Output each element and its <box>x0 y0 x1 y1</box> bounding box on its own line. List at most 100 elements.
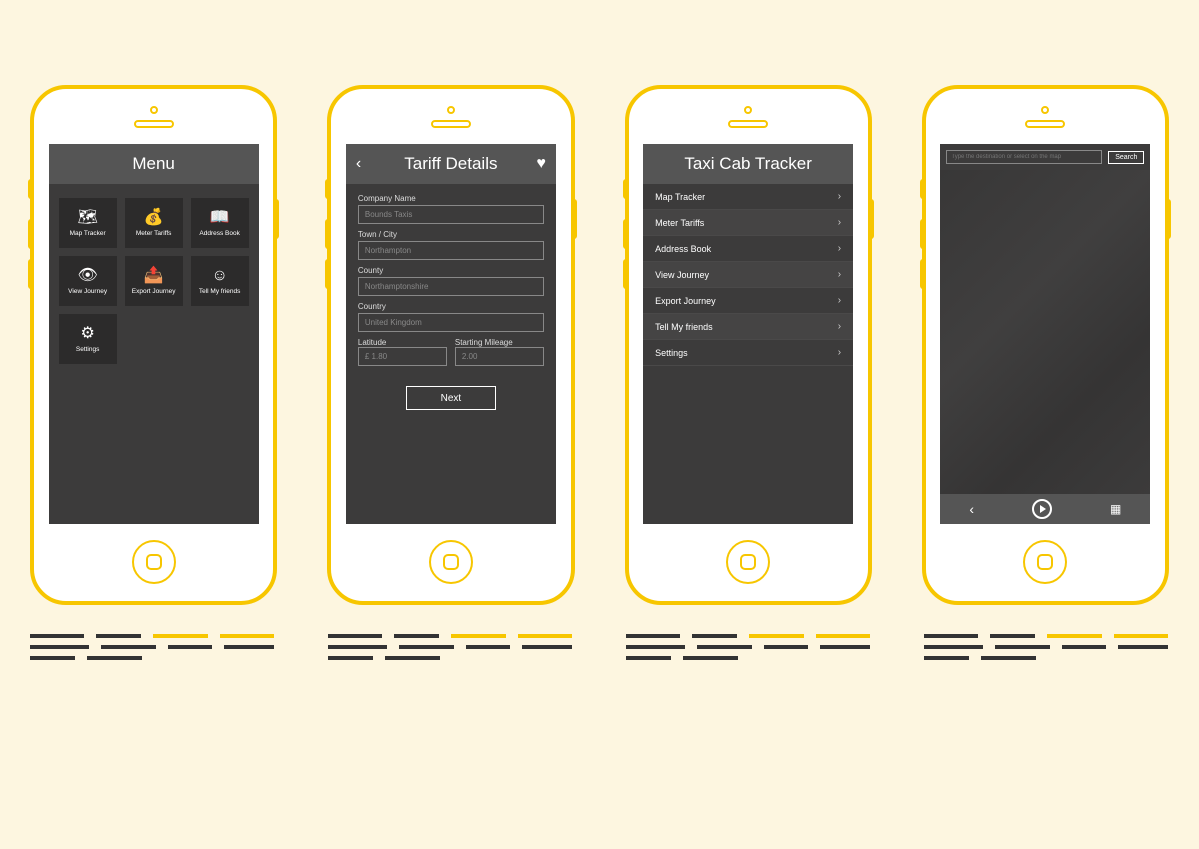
tile-tell-friends[interactable]: ☺ Tell My friends <box>191 256 249 306</box>
tile-label: Map Tracker <box>70 230 106 237</box>
chevron-right-icon: › <box>838 347 841 358</box>
list-item-label: Tell My friends <box>655 322 713 332</box>
screen-list: Taxi Cab Tracker Map Tracker › Meter Tari… <box>643 144 853 524</box>
destination-input[interactable] <box>946 150 1102 164</box>
list-item-settings[interactable]: Settings › <box>643 340 853 366</box>
chevron-right-icon: › <box>838 269 841 280</box>
input-country[interactable] <box>358 313 544 332</box>
list-item-label: Map Tracker <box>655 192 705 202</box>
list-item-map-tracker[interactable]: Map Tracker › <box>643 184 853 210</box>
map-view[interactable] <box>940 170 1150 494</box>
list-item-label: View Journey <box>655 270 709 280</box>
tile-export-journey[interactable]: 📤Export Journey <box>125 256 183 306</box>
chevron-right-icon: › <box>838 295 841 306</box>
tile-address-book[interactable]: 📖 Address Book <box>191 198 249 248</box>
eye-icon: 👁 <box>77 268 97 284</box>
tile-label: Settings <box>76 346 100 353</box>
list-item-label: Meter Tariffs <box>655 218 704 228</box>
search-bar: Search <box>940 144 1150 170</box>
list-item-label: Export Journey <box>655 296 716 306</box>
back-icon[interactable]: ‹ <box>969 501 974 517</box>
power-button <box>571 199 577 239</box>
phone-earpiece <box>134 89 174 144</box>
play-button[interactable] <box>1032 499 1052 519</box>
list-item-export-journey[interactable]: Export Journey › <box>643 288 853 314</box>
bottom-toolbar: ‹ ▦ <box>940 494 1150 524</box>
home-button[interactable] <box>726 540 770 584</box>
power-button <box>1165 199 1171 239</box>
power-button <box>868 199 874 239</box>
chevron-right-icon: › <box>838 243 841 254</box>
tariff-form: Company Name Town / City County Country … <box>346 184 556 416</box>
list-item-meter-tariffs[interactable]: Meter Tariffs› <box>643 210 853 236</box>
list-item-tell-friends[interactable]: Tell My friends › <box>643 314 853 340</box>
label-county: County <box>358 266 544 275</box>
volume-button <box>920 259 926 289</box>
volume-button <box>623 259 629 289</box>
screen-map: Search ‹ ▦ <box>940 144 1150 524</box>
input-county[interactable] <box>358 277 544 296</box>
list-item-view-journey[interactable]: View Journey › <box>643 262 853 288</box>
tile-label: Export Journey <box>132 288 176 295</box>
label-town: Town / City <box>358 230 544 239</box>
placeholder-text <box>924 634 1168 660</box>
input-latitude[interactable] <box>358 347 447 366</box>
page-title: Tariff Details <box>404 154 497 174</box>
page-title: Menu <box>132 154 175 174</box>
list-item-label: Settings <box>655 348 688 358</box>
input-town[interactable] <box>358 241 544 260</box>
volume-button <box>920 179 926 199</box>
tile-meter-tariffs[interactable]: 💰Meter Tariffs <box>125 198 183 248</box>
gear-icon: ⚙ <box>80 326 94 342</box>
search-button[interactable]: Search <box>1108 151 1144 164</box>
chevron-right-icon: › <box>838 321 841 332</box>
nav-list: Map Tracker› Meter Tariffs› Address Book… <box>643 184 853 366</box>
tile-label: Address Book <box>199 230 239 237</box>
phone-frame-4: Search ‹ ▦ <box>922 85 1169 605</box>
tile-label: Meter Tariffs <box>136 230 172 237</box>
volume-button <box>920 219 926 249</box>
list-item-address-book[interactable]: Address Book › <box>643 236 853 262</box>
tile-settings[interactable]: ⚙ Settings <box>59 314 117 364</box>
phone-earpiece <box>728 89 768 144</box>
input-company[interactable] <box>358 205 544 224</box>
volume-button <box>325 259 331 289</box>
smile-icon: ☺ <box>211 268 227 284</box>
next-button[interactable]: Next <box>406 386 496 410</box>
label-country: Country <box>358 302 544 311</box>
header-bar: Taxi Cab Tracker <box>643 144 853 184</box>
volume-button <box>28 259 34 289</box>
chevron-right-icon: › <box>838 191 841 202</box>
tile-label: View Journey <box>68 288 107 295</box>
header-bar: Menu <box>49 144 259 184</box>
screen-tariff: ‹ Tariff Details ♥ Company Name Town / C… <box>346 144 556 524</box>
phone-frame-3: Taxi Cab Tracker Map Tracker › Meter Tari… <box>625 85 872 605</box>
volume-button <box>325 219 331 249</box>
screen-menu: Menu 🗺 Map Tracker 💰Meter Tariffs 📖 Addres… <box>49 144 259 524</box>
input-mileage[interactable] <box>455 347 544 366</box>
menu-grid: 🗺 Map Tracker 💰Meter Tariffs 📖 Address Boo… <box>49 184 259 378</box>
home-button[interactable] <box>132 540 176 584</box>
placeholder-text <box>626 634 870 660</box>
tile-map-tracker[interactable]: 🗺 Map Tracker <box>59 198 117 248</box>
placeholder-text <box>328 634 572 660</box>
tile-label: Tell My friends <box>199 288 241 295</box>
page-title: Taxi Cab Tracker <box>684 154 812 174</box>
book-icon: 📖 <box>210 210 230 226</box>
home-button[interactable] <box>1023 540 1067 584</box>
list-item-label: Address Book <box>655 244 711 254</box>
volume-button <box>623 179 629 199</box>
home-button[interactable] <box>429 540 473 584</box>
back-button[interactable]: ‹ <box>356 155 361 173</box>
phone-frame-2: ‹ Tariff Details ♥ Company Name Town / C… <box>327 85 574 605</box>
book-icon[interactable]: ▦ <box>1110 502 1121 516</box>
phone-earpiece <box>1025 89 1065 144</box>
heart-icon[interactable]: ♥ <box>536 155 546 173</box>
map-icon: 🗺 <box>77 210 97 226</box>
power-button <box>273 199 279 239</box>
volume-button <box>28 179 34 199</box>
label-latitude: Latitude <box>358 338 447 347</box>
volume-button <box>28 219 34 249</box>
tile-view-journey[interactable]: 👁 View Journey <box>59 256 117 306</box>
phone-earpiece <box>431 89 471 144</box>
